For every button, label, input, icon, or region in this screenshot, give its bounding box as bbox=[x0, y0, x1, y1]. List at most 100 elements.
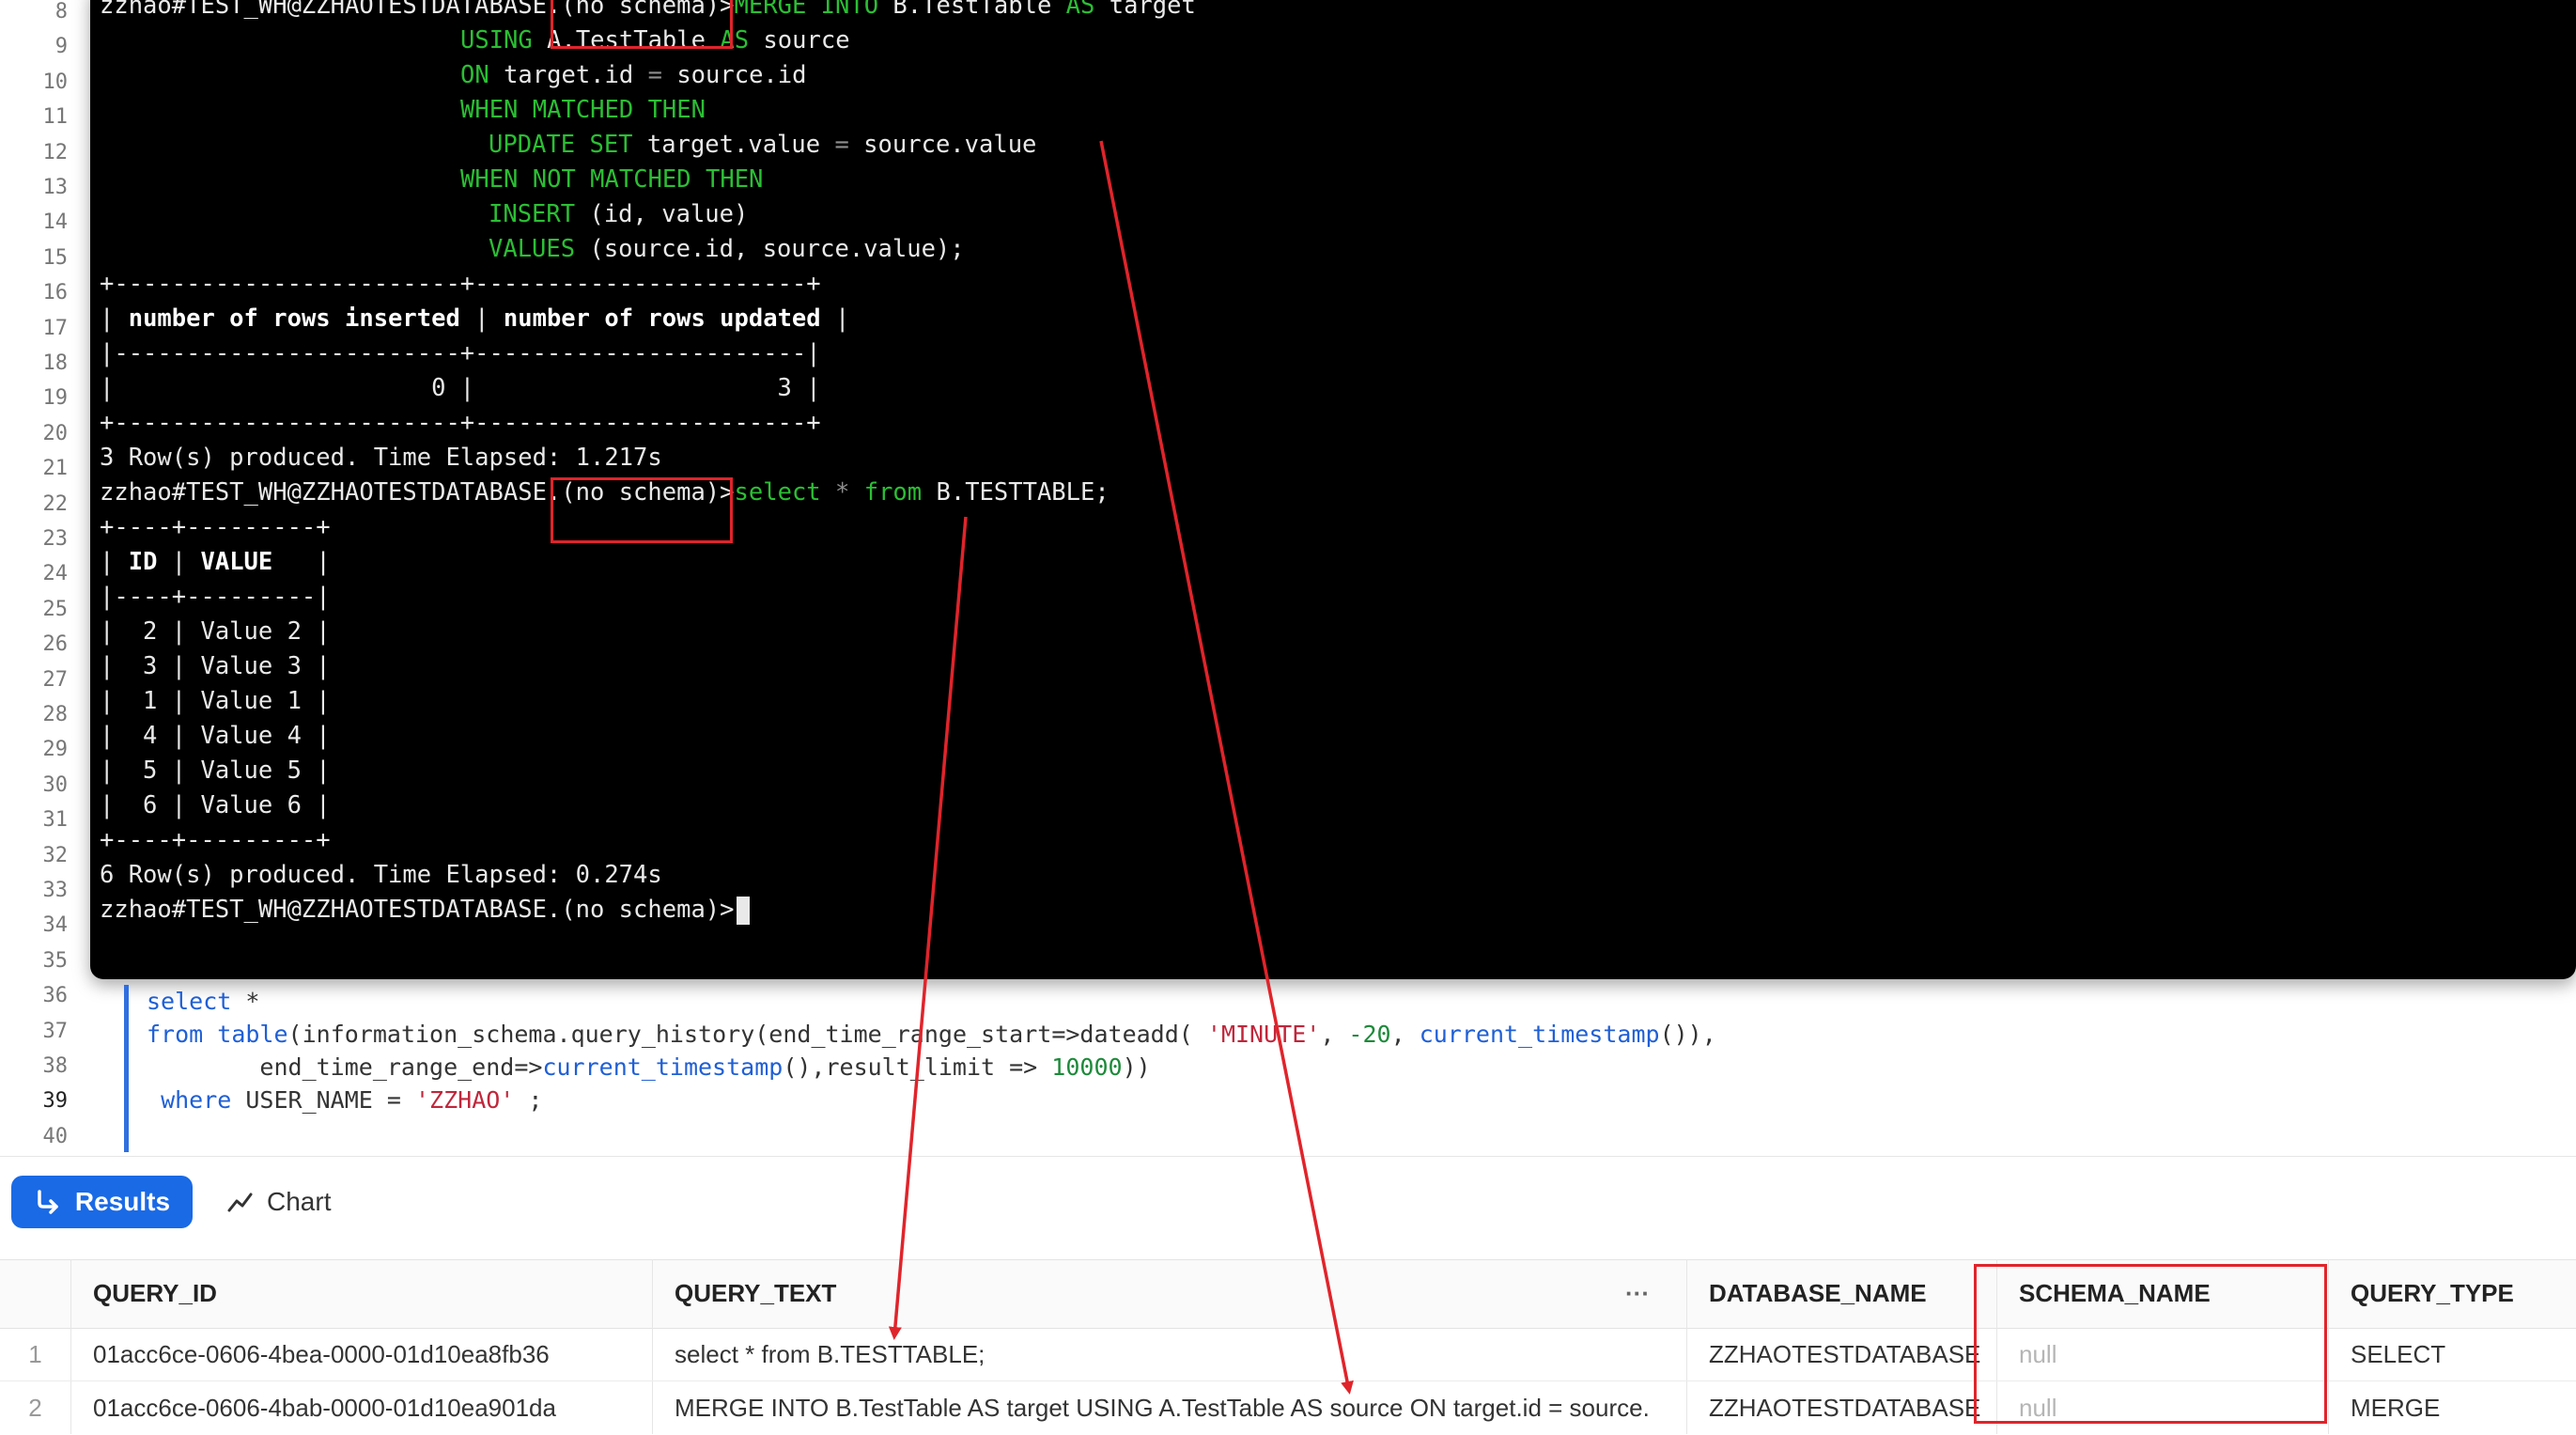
sql-string: 'ZZHAO' bbox=[415, 1086, 515, 1114]
column-more-icon[interactable]: ··· bbox=[1625, 1259, 1682, 1327]
tab-results-label: Results bbox=[74, 1187, 171, 1216]
table-header-cell: ID bbox=[128, 548, 158, 576]
sql-keyword: ON bbox=[460, 61, 489, 89]
column-header-database-name[interactable]: DATABASE_NAME bbox=[1686, 1259, 1996, 1327]
cell-database-name[interactable]: ZZHAOTESTDATABASE bbox=[1686, 1327, 1996, 1381]
cell-query-text[interactable]: select * from B.TESTTABLE; bbox=[652, 1327, 1686, 1381]
line-number: 10 bbox=[42, 70, 69, 94]
line-number: 13 bbox=[42, 176, 69, 199]
line-number: 17 bbox=[42, 316, 69, 340]
line-number: 12 bbox=[42, 140, 69, 164]
sql-keyword: from bbox=[147, 1021, 204, 1048]
line-number: 24 bbox=[42, 562, 69, 586]
line-number: 11 bbox=[42, 105, 69, 130]
terminal-line-merge-4: WHEN MATCHED THEN bbox=[460, 96, 706, 124]
sql-keyword: where bbox=[161, 1086, 232, 1114]
table-separator: |------------------------+--------------… bbox=[100, 339, 821, 367]
sql-text: (),result_limit => bbox=[783, 1053, 1052, 1081]
table-header-row: | number of rows inserted | number of ro… bbox=[100, 302, 849, 336]
line-number: 26 bbox=[42, 632, 69, 657]
sql-text: B.TestTable bbox=[878, 0, 1066, 20]
text-cursor bbox=[736, 897, 750, 925]
line-number: 31 bbox=[42, 808, 69, 833]
prompt-prefix: zzhao#TEST_WH@ZZHAOTESTDATABASE. bbox=[100, 0, 562, 20]
sql-text: USER_NAME = bbox=[231, 1086, 415, 1114]
line-number: 33 bbox=[42, 879, 69, 902]
line-number: 14 bbox=[42, 211, 69, 235]
terminal-line-merge-5: UPDATE SET target.value = source.value bbox=[489, 128, 1036, 163]
line-number-gutter: 8 9 10 11 12 13 14 15 16 17 18 19 20 21 22 23 24 25 26 27 28… bbox=[0, 0, 85, 1183]
terminal-line-merge-7: INSERT (id, value) bbox=[489, 197, 748, 232]
sql-text: (id, value) bbox=[575, 200, 749, 228]
table-data-row: | 6 | Value 6 | bbox=[100, 791, 331, 819]
line-number: 37 bbox=[42, 1019, 69, 1043]
line-number: 8 bbox=[54, 0, 68, 23]
annotation-box-no-schema-2 bbox=[551, 477, 733, 543]
terminal-prompt[interactable]: zzhao#TEST_WH@ZZHAOTESTDATABASE.(no sche… bbox=[100, 893, 750, 928]
annotation-box-schema-name bbox=[1974, 1264, 2327, 1424]
sql-operator: = bbox=[834, 131, 849, 159]
table-header-row: | ID | VALUE | bbox=[100, 545, 331, 580]
line-number: 40 bbox=[42, 1124, 69, 1148]
sql-text: source.value bbox=[848, 131, 1037, 159]
column-header-query-type[interactable]: QUERY_TYPE bbox=[2328, 1259, 2576, 1327]
tab-chart[interactable]: Chart bbox=[225, 1176, 331, 1228]
sql-text: , bbox=[1390, 1021, 1420, 1048]
terminal-line-merge-8: VALUES (source.id, source.value); bbox=[489, 232, 965, 267]
sql-keyword: select bbox=[734, 478, 821, 507]
line-chart-icon bbox=[227, 1193, 253, 1212]
table-data-row: | 2 | Value 2 | bbox=[100, 617, 331, 646]
table-data-row: | 1 | Value 1 | bbox=[100, 687, 331, 715]
sql-editor[interactable]: select * from table(information_schema.q… bbox=[124, 979, 2576, 1152]
editor-line-37: select * bbox=[147, 985, 259, 1019]
cell-query-type[interactable]: SELECT bbox=[2328, 1327, 2576, 1381]
editor-line-40: where USER_NAME = 'ZZHAO' ; bbox=[147, 1084, 542, 1117]
line-number: 28 bbox=[42, 703, 69, 726]
terminal-window[interactable]: zzhao#TEST_WH@ZZHAOTESTDATABASE.(no sche… bbox=[90, 0, 2576, 979]
sql-keyword: from bbox=[863, 478, 923, 507]
result-summary: 6 Row(s) produced. Time Elapsed: 0.274s bbox=[100, 861, 662, 889]
cell-query-id[interactable]: 01acc6ce-0606-4bea-0000-01d10ea8fb36 bbox=[70, 1327, 652, 1381]
line-number: 35 bbox=[42, 948, 69, 973]
cell-query-text[interactable]: MERGE INTO B.TestTable AS target USING A… bbox=[652, 1380, 1686, 1435]
sql-number: 10000 bbox=[1051, 1053, 1123, 1081]
sql-text: ()), bbox=[1659, 1021, 1716, 1048]
tab-chart-label: Chart bbox=[267, 1187, 332, 1216]
table-border: +------------------------+--------------… bbox=[100, 409, 821, 437]
column-header-query-text[interactable]: QUERY_TEXT bbox=[652, 1259, 1591, 1327]
cell-query-type[interactable]: MERGE bbox=[2328, 1380, 2576, 1435]
sql-text: target.value bbox=[632, 131, 835, 159]
active-block-indicator bbox=[124, 985, 129, 1152]
table-data-row: | 5 | Value 5 | bbox=[100, 756, 331, 785]
tab-results[interactable]: Results bbox=[11, 1176, 193, 1228]
table-header-cell: VALUE bbox=[200, 548, 273, 576]
line-number: 30 bbox=[42, 772, 69, 797]
results-toolbar: Results Chart bbox=[0, 1156, 2576, 1247]
line-number: 15 bbox=[42, 245, 69, 270]
line-number: 18 bbox=[42, 351, 69, 375]
sql-text: * bbox=[231, 988, 260, 1015]
cell-database-name[interactable]: ZZHAOTESTDATABASE bbox=[1686, 1380, 1996, 1435]
line-number: 23 bbox=[42, 527, 69, 551]
line-number: 25 bbox=[42, 597, 69, 621]
sql-text: B.TESTTABLE; bbox=[922, 478, 1110, 507]
table-pipe: | bbox=[157, 548, 201, 576]
sql-text: end_time_range_end=> bbox=[147, 1053, 543, 1081]
line-number: 29 bbox=[42, 738, 69, 762]
sql-operator: * bbox=[820, 478, 864, 507]
table-data-row: | 0 | 3 | bbox=[100, 374, 821, 402]
line-number: 16 bbox=[42, 281, 69, 305]
cell-query-id[interactable]: 01acc6ce-0606-4bab-0000-01d10ea901da bbox=[70, 1380, 652, 1435]
results-arrow-icon bbox=[38, 1190, 58, 1214]
table-pipe: | bbox=[459, 304, 504, 333]
editor-line-38: from table(information_schema.query_hist… bbox=[147, 1018, 1716, 1052]
sql-keyword: UPDATE SET bbox=[489, 131, 633, 159]
table-header-cell: number of rows inserted bbox=[128, 304, 460, 333]
sql-text: , bbox=[1320, 1021, 1349, 1048]
terminal-line-merge-3: ON target.id = source.id bbox=[460, 58, 807, 93]
editor-line-39: end_time_range_end=>current_timestamp(),… bbox=[147, 1051, 1151, 1084]
column-header-query-id[interactable]: QUERY_ID bbox=[70, 1259, 652, 1327]
sql-text: )) bbox=[1122, 1053, 1151, 1081]
